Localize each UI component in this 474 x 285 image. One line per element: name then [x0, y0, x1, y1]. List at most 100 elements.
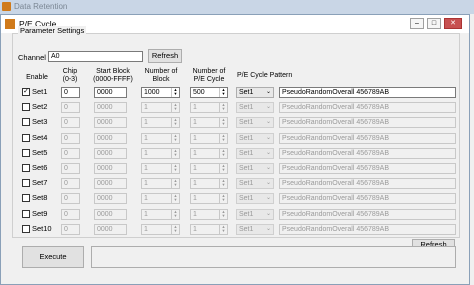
pattern-set-select[interactable]: Set1 ⌄ — [236, 117, 274, 128]
block-spin-icon[interactable]: ▲ ▼ — [171, 179, 179, 188]
number-of-pe-cycle-stepper[interactable]: 500 ▲ ▼ — [190, 87, 228, 98]
set-checkbox[interactable] — [22, 134, 30, 142]
number-of-pe-cycle-stepper[interactable]: 1 ▲ ▼ — [190, 133, 228, 144]
start-block-input[interactable]: 0000 — [94, 209, 127, 220]
pe-spin-icon[interactable]: ▲ ▼ — [219, 179, 227, 188]
start-block-input[interactable]: 0000 — [94, 117, 127, 128]
number-of-block-stepper[interactable]: 1 ▲ ▼ — [141, 209, 180, 220]
pattern-set-select[interactable]: Set1 ⌄ — [236, 193, 274, 204]
number-of-pe-cycle-stepper[interactable]: 1 ▲ ▼ — [190, 163, 228, 174]
number-of-block-stepper[interactable]: 1 ▲ ▼ — [141, 178, 180, 189]
chip-input[interactable]: 0 — [61, 102, 80, 113]
set-checkbox[interactable] — [22, 194, 30, 202]
chip-input[interactable]: 0 — [61, 87, 80, 98]
number-of-block-stepper[interactable]: 1 ▲ ▼ — [141, 117, 180, 128]
set-checkbox[interactable] — [22, 164, 30, 172]
number-of-pe-cycle-value: 500 — [193, 89, 205, 96]
set-checkbox[interactable]: ✓ — [22, 88, 30, 96]
pe-spin-icon[interactable]: ▲ ▼ — [219, 134, 227, 143]
block-spin-icon[interactable]: ▲ ▼ — [171, 194, 179, 203]
chip-input[interactable]: 0 — [61, 133, 80, 144]
start-block-input[interactable]: 0000 — [94, 102, 127, 113]
channel-refresh-button[interactable]: Refresh — [148, 49, 182, 63]
pattern-input[interactable]: PseudoRandomOverall 456789AB — [279, 224, 456, 235]
number-of-pe-cycle-stepper[interactable]: 1 ▲ ▼ — [190, 193, 228, 204]
pattern-input[interactable]: PseudoRandomOverall 456789AB — [279, 163, 456, 174]
pe-spin-icon[interactable]: ▲ ▼ — [219, 225, 227, 234]
pattern-set-select[interactable]: Set1 ⌄ — [236, 102, 274, 113]
pattern-set-select[interactable]: Set1 ⌄ — [236, 224, 274, 235]
pattern-input[interactable]: PseudoRandomOverall 456789AB — [279, 102, 456, 113]
block-spin-icon[interactable]: ▲ ▼ — [171, 164, 179, 173]
start-block-input[interactable]: 0000 — [94, 87, 127, 98]
pattern-input[interactable]: PseudoRandomOverall 456789AB — [279, 193, 456, 204]
block-spin-icon[interactable]: ▲ ▼ — [171, 149, 179, 158]
block-spin-icon[interactable]: ▲ ▼ — [171, 210, 179, 219]
chip-input[interactable]: 0 — [61, 163, 80, 174]
set-checkbox[interactable] — [22, 225, 30, 233]
close-button[interactable]: ✕ — [444, 18, 462, 29]
pe-spin-icon[interactable]: ▲ ▼ — [219, 164, 227, 173]
block-spin-icon[interactable]: ▲ ▼ — [171, 118, 179, 127]
start-block-input[interactable]: 0000 — [94, 133, 127, 144]
pattern-set-select[interactable]: Set1 ⌄ — [236, 178, 274, 189]
pattern-input[interactable]: PseudoRandomOverall 456789AB — [279, 117, 456, 128]
number-of-block-stepper[interactable]: 1000 ▲ ▼ — [141, 87, 180, 98]
pattern-set-select[interactable]: Set1 ⌄ — [236, 209, 274, 220]
number-of-block-stepper[interactable]: 1 ▲ ▼ — [141, 193, 180, 204]
pattern-input[interactable]: PseudoRandomOverall 456789AB — [279, 148, 456, 159]
number-of-block-stepper[interactable]: 1 ▲ ▼ — [141, 102, 180, 113]
set-label: Set8 — [32, 193, 48, 202]
pe-spin-icon[interactable]: ▲ ▼ — [219, 149, 227, 158]
pattern-set-select[interactable]: Set1 ⌄ — [236, 87, 274, 98]
number-of-pe-cycle-stepper[interactable]: 1 ▲ ▼ — [190, 209, 228, 220]
set-checkbox[interactable] — [22, 118, 30, 126]
chip-input[interactable]: 0 — [61, 209, 80, 220]
number-of-pe-cycle-stepper[interactable]: 1 ▲ ▼ — [190, 178, 228, 189]
pattern-input[interactable]: PseudoRandomOverall 456789AB — [279, 209, 456, 220]
pattern-input[interactable]: PseudoRandomOverall 456789AB — [279, 133, 456, 144]
number-of-block-stepper[interactable]: 1 ▲ ▼ — [141, 163, 180, 174]
number-of-pe-cycle-value: 1 — [193, 211, 197, 218]
start-block-input[interactable]: 0000 — [94, 163, 127, 174]
maximize-button[interactable]: □ — [427, 18, 441, 29]
pe-spin-icon[interactable]: ▲ ▼ — [219, 103, 227, 112]
number-of-block-stepper[interactable]: 1 ▲ ▼ — [141, 148, 180, 159]
start-block-input[interactable]: 0000 — [94, 224, 127, 235]
execute-button[interactable]: Execute — [22, 246, 84, 268]
start-block-input[interactable]: 0000 — [94, 178, 127, 189]
minimize-button[interactable]: – — [410, 18, 424, 29]
number-of-block-stepper[interactable]: 1 ▲ ▼ — [141, 224, 180, 235]
pe-spin-icon[interactable]: ▲ ▼ — [219, 88, 227, 97]
number-of-pe-cycle-stepper[interactable]: 1 ▲ ▼ — [190, 102, 228, 113]
block-spin-icon[interactable]: ▲ ▼ — [171, 103, 179, 112]
pattern-set-select[interactable]: Set1 ⌄ — [236, 148, 274, 159]
number-of-block-value: 1 — [144, 104, 148, 111]
block-spin-icon[interactable]: ▲ ▼ — [171, 88, 179, 97]
pe-spin-icon[interactable]: ▲ ▼ — [219, 210, 227, 219]
number-of-block-stepper[interactable]: 1 ▲ ▼ — [141, 133, 180, 144]
number-of-pe-cycle-stepper[interactable]: 1 ▲ ▼ — [190, 224, 228, 235]
pattern-input[interactable]: PseudoRandomOverall 456789AB — [279, 178, 456, 189]
set-checkbox[interactable] — [22, 210, 30, 218]
start-block-input[interactable]: 0000 — [94, 193, 127, 204]
chip-input[interactable]: 0 — [61, 148, 80, 159]
pattern-set-select[interactable]: Set1 ⌄ — [236, 163, 274, 174]
start-block-input[interactable]: 0000 — [94, 148, 127, 159]
chip-input[interactable]: 0 — [61, 224, 80, 235]
block-spin-icon[interactable]: ▲ ▼ — [171, 225, 179, 234]
set-checkbox[interactable] — [22, 179, 30, 187]
chip-input[interactable]: 0 — [61, 193, 80, 204]
pe-spin-icon[interactable]: ▲ ▼ — [219, 118, 227, 127]
number-of-pe-cycle-stepper[interactable]: 1 ▲ ▼ — [190, 117, 228, 128]
set-checkbox[interactable] — [22, 103, 30, 111]
channel-input[interactable]: A0 — [48, 51, 143, 62]
chip-input[interactable]: 0 — [61, 178, 80, 189]
pattern-input[interactable]: PseudoRandomOverall 456789AB — [279, 87, 456, 98]
block-spin-icon[interactable]: ▲ ▼ — [171, 134, 179, 143]
number-of-pe-cycle-stepper[interactable]: 1 ▲ ▼ — [190, 148, 228, 159]
pe-spin-icon[interactable]: ▲ ▼ — [219, 194, 227, 203]
chip-input[interactable]: 0 — [61, 117, 80, 128]
pattern-set-select[interactable]: Set1 ⌄ — [236, 133, 274, 144]
set-checkbox[interactable] — [22, 149, 30, 157]
